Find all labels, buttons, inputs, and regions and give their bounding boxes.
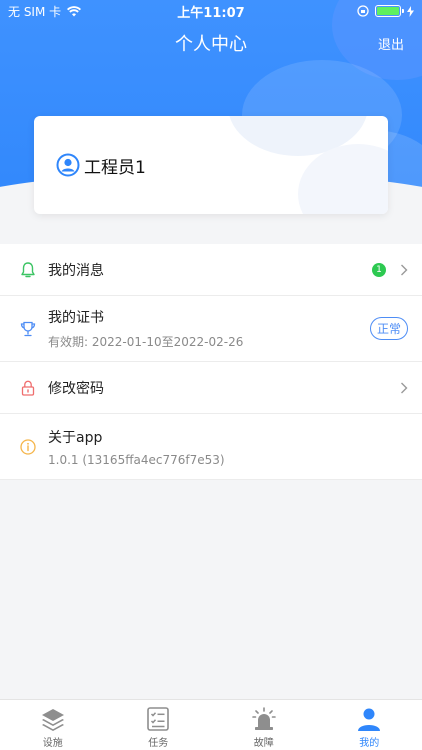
menu-item-about[interactable]: 关于app 1.0.1 (13165ffa4ec776f7e53) [0,414,422,480]
tab-label: 故障 [253,738,274,749]
settings-menu: 我的消息 1 我的证书 有效期: 2022-01-10至2022-02-26 正… [0,244,422,480]
chevron-right-icon [401,382,408,393]
tab-mine[interactable]: 我的 [317,700,422,750]
layers-icon [41,709,64,731]
logout-button[interactable]: 退出 [378,34,404,53]
menu-item-certificate[interactable]: 我的证书 有效期: 2022-01-10至2022-02-26 正常 [0,296,422,362]
tab-tasks[interactable]: 任务 [106,700,212,750]
battery-icon [375,5,404,17]
app-version: 1.0.1 (13165ffa4ec776f7e53) [48,452,225,467]
trophy-icon [20,321,36,336]
tab-label: 任务 [148,738,169,749]
status-bar: 无 SIM 卡 上午11:07 [0,0,422,22]
user-avatar-icon [56,153,80,177]
chevron-right-icon [401,264,408,275]
menu-item-change-password[interactable]: 修改密码 [0,362,422,414]
tab-facilities[interactable]: 设施 [0,700,106,750]
bottom-tab-bar: 设施 任务 故障 我的 [0,699,422,750]
unread-count-badge: 1 [372,262,386,277]
charging-icon [407,5,414,17]
orientation-lock-icon [357,5,369,17]
menu-label: 修改密码 [48,380,104,397]
info-icon [20,438,36,455]
menu-label: 我的消息 [48,262,104,279]
person-icon [358,708,381,731]
wifi-icon [67,5,82,16]
profile-card: 工程员1 [34,116,388,214]
tab-label: 设施 [42,738,63,749]
certificate-validity: 有效期: 2022-01-10至2022-02-26 [48,335,244,349]
tab-faults[interactable]: 故障 [211,700,317,750]
menu-label: 关于app [48,429,103,446]
certificate-status-badge: 正常 [369,317,408,340]
tab-label: 我的 [359,738,380,749]
lock-icon [21,380,35,396]
bell-icon [21,261,35,277]
alarm-light-icon [251,707,276,730]
carrier-text: 无 SIM 卡 [8,4,62,19]
username: 工程员1 [84,157,146,178]
page-title: 个人中心 [175,34,247,55]
menu-item-messages[interactable]: 我的消息 1 [0,244,422,296]
task-list-icon [147,707,170,731]
menu-label: 我的证书 [48,310,104,326]
